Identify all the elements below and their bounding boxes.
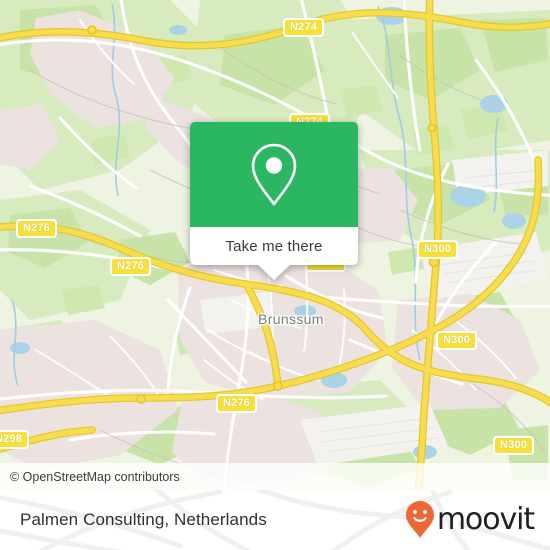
location-callout-card[interactable]: Take me there (190, 122, 358, 280)
road-shield-n300-mid[interactable]: N300 (436, 331, 478, 350)
osm-attribution-text[interactable]: © OpenStreetMap contributors (10, 470, 180, 484)
road-shield-n274-north[interactable]: N274 (283, 18, 325, 37)
footer-content: Palmen Consulting, Netherlands moovit (0, 490, 550, 550)
take-me-there-label: Take me there (225, 237, 323, 255)
location-title: Palmen Consulting, Netherlands (20, 510, 267, 529)
road-shield-n276-south[interactable]: N276 (216, 394, 258, 413)
footer-bar: Palmen Consulting, Netherlands moovit (0, 490, 550, 550)
map-pin-icon (251, 143, 297, 205)
callout-header (190, 122, 358, 227)
moovit-wordmark: moovit (436, 502, 535, 537)
map-canvas[interactable]: Brunssum N274 N274 N276 N276 N300 N274 N… (0, 0, 550, 490)
moovit-smiley-pin-icon (405, 501, 434, 538)
callout-pointer (258, 265, 290, 280)
road-shield-n300-east[interactable]: N300 (417, 240, 459, 259)
road-shield-n298-west[interactable]: N298 (0, 430, 30, 449)
map-attribution-bar: © OpenStreetMap contributors (0, 463, 550, 490)
road-shield-n300-south[interactable]: N300 (493, 436, 535, 455)
road-shield-n276-west[interactable]: N276 (16, 219, 58, 238)
road-shield-n276-west-2[interactable]: N276 (110, 257, 152, 276)
callout-footer[interactable]: Take me there (190, 227, 358, 280)
moovit-brand[interactable]: moovit (405, 500, 535, 540)
moovit-map-share-card: Brunssum N274 N274 N276 N276 N300 N274 N… (0, 0, 550, 550)
place-label-brunssum: Brunssum (258, 311, 324, 327)
